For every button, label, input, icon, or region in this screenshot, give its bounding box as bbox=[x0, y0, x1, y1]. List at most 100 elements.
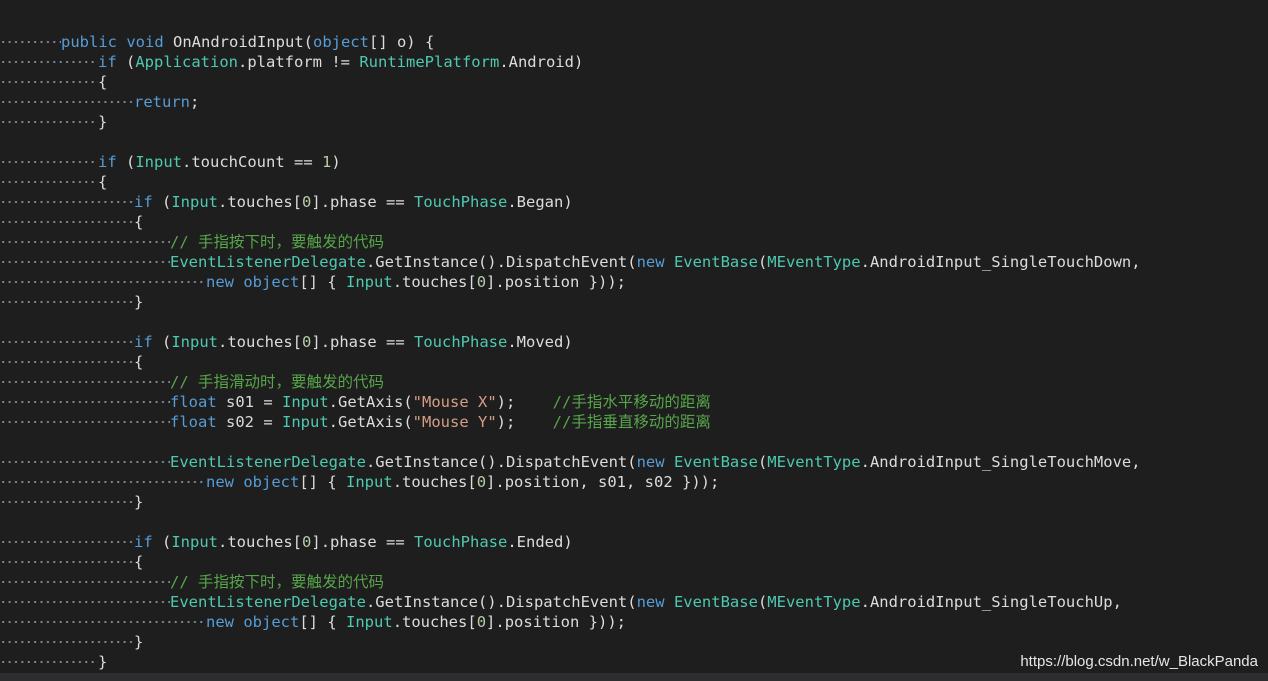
code-line[interactable] bbox=[0, 432, 1268, 452]
code-text: ( bbox=[116, 53, 136, 71]
code-line[interactable]: { bbox=[0, 552, 1268, 572]
code-text: .touchCount == bbox=[182, 153, 322, 171]
indent-guide bbox=[0, 412, 170, 432]
code-line[interactable]: EventListenerDelegate.GetInstance().Disp… bbox=[0, 452, 1268, 472]
code-line[interactable]: // 手指按下时，要触发的代码 bbox=[0, 572, 1268, 592]
code-text: .Moved) bbox=[507, 333, 573, 351]
type-name: Input bbox=[282, 393, 329, 411]
code-line[interactable]: EventListenerDelegate.GetInstance().Disp… bbox=[0, 592, 1268, 612]
code-text: [] { bbox=[299, 613, 347, 631]
code-line[interactable]: // 手指滑动时，要触发的代码 bbox=[0, 372, 1268, 392]
code-line[interactable]: } bbox=[0, 292, 1268, 312]
indent-guide bbox=[0, 232, 170, 252]
code-text: .touches[ bbox=[218, 193, 303, 211]
code-line[interactable]: if (Input.touches[0].phase == TouchPhase… bbox=[0, 332, 1268, 352]
comment: //手指水平移动的距离 bbox=[552, 393, 711, 411]
code-line[interactable]: if (Application.platform != RuntimePlatf… bbox=[0, 52, 1268, 72]
indent-guide bbox=[0, 632, 134, 652]
indent-guide bbox=[0, 192, 134, 212]
type-name: EventListenerDelegate bbox=[170, 253, 366, 271]
code-line[interactable] bbox=[0, 132, 1268, 152]
type-name: EventBase bbox=[673, 253, 758, 271]
code-text: ( bbox=[757, 253, 768, 271]
code-text: { bbox=[98, 173, 108, 191]
code-text: .GetInstance().DispatchEvent( bbox=[365, 593, 637, 611]
type-name: Input bbox=[282, 413, 329, 431]
type-name: Application bbox=[135, 53, 238, 71]
code-line[interactable]: EventListenerDelegate.GetInstance().Disp… bbox=[0, 252, 1268, 272]
indent-guide bbox=[0, 372, 170, 392]
code-line[interactable]: } bbox=[0, 632, 1268, 652]
keyword: if bbox=[134, 193, 153, 211]
keyword: new bbox=[636, 593, 665, 611]
code-line[interactable]: if (Input.touches[0].phase == TouchPhase… bbox=[0, 192, 1268, 212]
code-line[interactable]: { bbox=[0, 212, 1268, 232]
code-editor[interactable]: public void OnAndroidInput(object[] o) {… bbox=[0, 32, 1268, 672]
code-line[interactable]: { bbox=[0, 72, 1268, 92]
comment: // 手指按下时，要触发的代码 bbox=[170, 233, 384, 251]
indent-guide bbox=[0, 92, 134, 112]
code-text: .AndroidInput_SingleTouchUp, bbox=[860, 593, 1122, 611]
type-name: MEventType bbox=[767, 453, 861, 471]
type-name: EventBase bbox=[673, 453, 758, 471]
code-text: { bbox=[134, 213, 144, 231]
code-text: } bbox=[98, 653, 108, 671]
type-name: TouchPhase bbox=[414, 533, 508, 551]
keyword: float bbox=[170, 413, 217, 431]
type-name: Input bbox=[346, 273, 393, 291]
keyword: return bbox=[134, 93, 190, 111]
indent-guide bbox=[0, 532, 134, 552]
code-line[interactable]: new object[] { Input.touches[0].position… bbox=[0, 472, 1268, 492]
code-text: ( bbox=[152, 193, 172, 211]
type-name: Input bbox=[171, 533, 219, 551]
code-line[interactable]: } bbox=[0, 112, 1268, 132]
code-text: .touches[ bbox=[392, 273, 477, 291]
code-line[interactable]: // 手指按下时，要触发的代码 bbox=[0, 232, 1268, 252]
type-name: EventListenerDelegate bbox=[170, 453, 366, 471]
code-line[interactable]: public void OnAndroidInput(object[] o) { bbox=[0, 32, 1268, 52]
indent-guide bbox=[0, 112, 98, 132]
code-line[interactable]: } bbox=[0, 492, 1268, 512]
indent-guide bbox=[0, 452, 170, 472]
code-line[interactable]: if (Input.touches[0].phase == TouchPhase… bbox=[0, 532, 1268, 552]
code-line[interactable]: if (Input.touchCount == 1) bbox=[0, 152, 1268, 172]
code-text: .GetInstance().DispatchEvent( bbox=[365, 253, 637, 271]
keyword: object bbox=[312, 33, 369, 51]
code-text: s01 = bbox=[216, 393, 282, 411]
indent-guide bbox=[0, 392, 170, 412]
code-text: ) bbox=[331, 153, 341, 171]
code-text: { bbox=[134, 553, 144, 571]
code-line[interactable]: float s02 = Input.GetAxis("Mouse Y"); //… bbox=[0, 412, 1268, 432]
keyword: if bbox=[134, 333, 153, 351]
code-text: ( bbox=[757, 453, 768, 471]
code-line[interactable]: float s01 = Input.GetAxis("Mouse X"); //… bbox=[0, 392, 1268, 412]
indent-guide bbox=[0, 152, 98, 172]
type-name: Input bbox=[135, 153, 183, 171]
code-text: ].phase == bbox=[311, 193, 415, 211]
horizontal-scrollbar[interactable] bbox=[0, 673, 1268, 681]
code-line[interactable] bbox=[0, 512, 1268, 532]
code-text: ); bbox=[496, 413, 553, 431]
code-line[interactable]: new object[] { Input.touches[0].position… bbox=[0, 272, 1268, 292]
code-text: ); bbox=[496, 393, 553, 411]
number-literal: 0 bbox=[302, 333, 312, 351]
indent-guide bbox=[0, 172, 98, 192]
code-text: .AndroidInput_SingleTouchMove, bbox=[860, 453, 1141, 471]
indent-guide bbox=[0, 212, 134, 232]
code-text: .GetAxis( bbox=[328, 393, 413, 411]
comment: // 手指滑动时，要触发的代码 bbox=[170, 373, 384, 391]
indent-guide bbox=[0, 492, 134, 512]
code-text: ].position })); bbox=[486, 613, 627, 631]
code-text: ( bbox=[152, 533, 172, 551]
code-line[interactable]: { bbox=[0, 172, 1268, 192]
number-literal: 0 bbox=[476, 273, 487, 291]
code-text: ; bbox=[190, 93, 200, 111]
code-line[interactable]: { bbox=[0, 352, 1268, 372]
code-line[interactable]: new object[] { Input.touches[0].position… bbox=[0, 612, 1268, 632]
code-line[interactable]: return; bbox=[0, 92, 1268, 112]
code-line[interactable] bbox=[0, 312, 1268, 332]
